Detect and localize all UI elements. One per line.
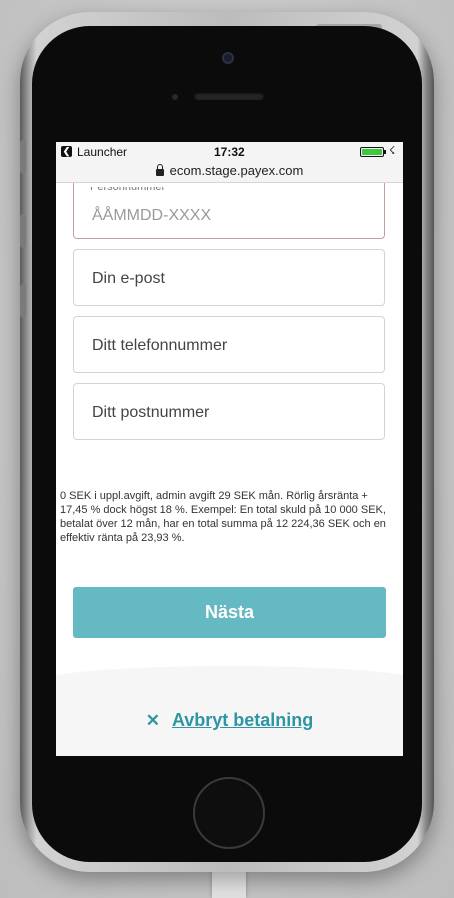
- back-app-label[interactable]: Launcher: [77, 145, 127, 159]
- checkout-form: Personnummer ÅÅMMDD-XXXX Din e-post Ditt…: [56, 166, 403, 756]
- email-placeholder: Din e-post: [92, 270, 165, 287]
- personal-number-placeholder: ÅÅMMDD-XXXX: [92, 207, 212, 224]
- phone-screen: ❮ Launcher 17:32 ☇ ecom.stage.payex.com …: [56, 142, 403, 756]
- front-camera: [222, 52, 234, 64]
- back-arrow-icon[interactable]: ❮: [61, 146, 72, 157]
- next-button[interactable]: Nästa: [73, 587, 386, 638]
- postal-code-placeholder: Ditt postnummer: [92, 404, 210, 421]
- battery-cap: [384, 150, 386, 154]
- credit-disclaimer: 0 SEK i uppl.avgift, admin avgift 29 SEK…: [60, 490, 386, 544]
- url-text: ecom.stage.payex.com: [169, 163, 304, 178]
- cancel-payment-row[interactable]: ✕ Avbryt betalning: [56, 710, 403, 731]
- volume-up-button: [20, 214, 26, 248]
- mute-switch: [20, 140, 26, 174]
- volume-down-button: [20, 284, 26, 318]
- email-field[interactable]: Din e-post: [73, 249, 385, 306]
- charging-bolt-icon: ☇: [389, 145, 396, 157]
- url-bar[interactable]: ecom.stage.payex.com: [56, 163, 403, 178]
- battery-level-fill: [362, 149, 382, 155]
- close-icon[interactable]: ✕: [146, 711, 160, 730]
- home-button[interactable]: [193, 777, 265, 849]
- phone-field[interactable]: Ditt telefonnummer: [73, 316, 385, 373]
- postal-code-field[interactable]: Ditt postnummer: [73, 383, 385, 440]
- status-bar: ❮ Launcher 17:32 ☇ ecom.stage.payex.com: [56, 142, 403, 183]
- phone-placeholder: Ditt telefonnummer: [92, 337, 228, 354]
- proximity-sensor: [172, 94, 178, 100]
- cancel-payment-link[interactable]: Avbryt betalning: [172, 710, 313, 730]
- battery-icon: [360, 147, 384, 157]
- earpiece-speaker: [194, 92, 264, 100]
- lock-icon: [155, 164, 164, 176]
- status-time: 17:32: [214, 145, 245, 159]
